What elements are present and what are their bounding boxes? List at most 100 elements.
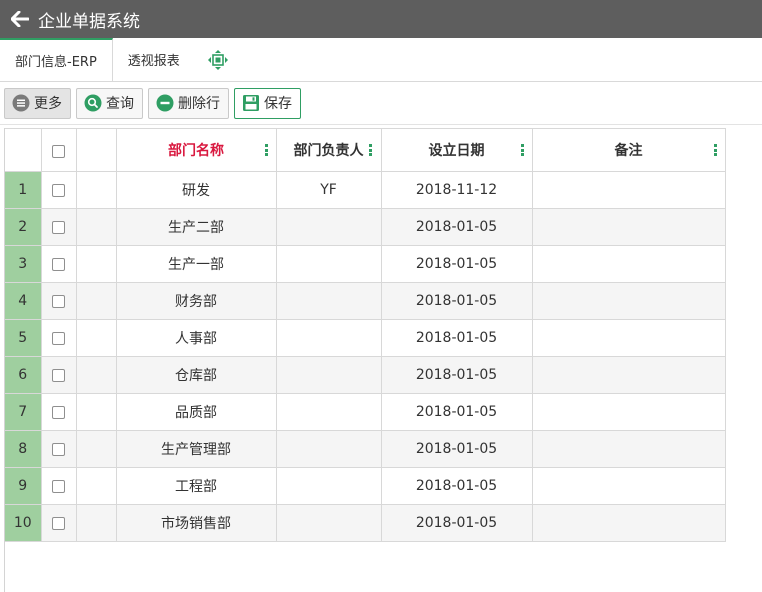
cell-note[interactable] — [532, 208, 726, 246]
table-row[interactable]: 2 生产二部 2018-01-05 — [5, 208, 726, 246]
blank-cell — [76, 245, 117, 283]
cell-date[interactable]: 2018-01-05 — [381, 319, 533, 357]
cell-manager[interactable] — [276, 319, 382, 357]
cell-manager[interactable] — [276, 504, 382, 542]
cell-manager[interactable] — [276, 467, 382, 505]
row-checkbox[interactable] — [52, 183, 65, 197]
cell-name[interactable]: 生产管理部 — [116, 430, 277, 468]
column-menu-icon[interactable] — [264, 144, 268, 156]
cell-note[interactable] — [532, 467, 726, 505]
cell-note[interactable] — [532, 319, 726, 357]
row-checkbox[interactable] — [52, 479, 65, 493]
cell-name[interactable]: 工程部 — [116, 467, 277, 505]
cell-date[interactable]: 2018-01-05 — [381, 282, 533, 320]
row-checkbox[interactable] — [52, 257, 65, 271]
blank-cell — [76, 319, 117, 357]
column-menu-icon[interactable] — [368, 144, 372, 156]
row-checkbox[interactable] — [52, 220, 65, 234]
floppy-disk-icon — [241, 93, 261, 113]
row-checkbox[interactable] — [52, 368, 65, 382]
table-row[interactable]: 7 品质部 2018-01-05 — [5, 393, 726, 431]
row-checkbox[interactable] — [52, 331, 65, 345]
query-button[interactable]: 查询 — [76, 87, 143, 119]
fullscreen-icon[interactable] — [195, 38, 241, 81]
cell-manager[interactable] — [276, 282, 382, 320]
save-button-label: 保存 — [264, 96, 292, 112]
cell-date[interactable]: 2018-11-12 — [381, 171, 533, 209]
cell-manager[interactable] — [276, 245, 382, 283]
cell-name[interactable]: 生产二部 — [116, 208, 277, 246]
delete-row-button[interactable]: 删除行 — [148, 87, 229, 119]
row-number: 1 — [5, 171, 42, 209]
cell-date[interactable]: 2018-01-05 — [381, 504, 533, 542]
row-checkbox[interactable] — [52, 294, 65, 308]
tab-pivot-report[interactable]: 透视报表 — [113, 38, 195, 81]
cell-name[interactable]: 仓库部 — [116, 356, 277, 394]
cell-note[interactable] — [532, 245, 726, 283]
row-checkbox[interactable] — [52, 442, 65, 456]
cell-date[interactable]: 2018-01-05 — [381, 245, 533, 283]
row-select-cell — [41, 430, 77, 468]
table-row[interactable]: 5 人事部 2018-01-05 — [5, 319, 726, 357]
row-checkbox[interactable] — [52, 516, 65, 530]
tab-department-info[interactable]: 部门信息-ERP — [0, 38, 113, 81]
cell-manager[interactable] — [276, 430, 382, 468]
column-header-label: 部门负责人 — [293, 143, 364, 159]
column-header-label: 部门名称 — [168, 143, 224, 159]
table-row[interactable]: 3 生产一部 2018-01-05 — [5, 245, 726, 283]
cell-date[interactable]: 2018-01-05 — [381, 393, 533, 431]
row-number: 5 — [5, 319, 42, 357]
cell-manager[interactable] — [276, 208, 382, 246]
blank-cell — [76, 430, 117, 468]
cell-manager[interactable] — [276, 393, 382, 431]
cell-note[interactable] — [532, 356, 726, 394]
table-row[interactable]: 8 生产管理部 2018-01-05 — [5, 430, 726, 468]
more-button[interactable]: 更多 — [4, 87, 71, 119]
cell-date[interactable]: 2018-01-05 — [381, 208, 533, 246]
cell-date[interactable]: 2018-01-05 — [381, 467, 533, 505]
table-row[interactable]: 1 研发 YF 2018-11-12 — [5, 171, 726, 209]
menu-icon — [11, 93, 31, 113]
cell-date[interactable]: 2018-01-05 — [381, 430, 533, 468]
blank-cell — [76, 208, 117, 246]
cell-manager[interactable] — [276, 356, 382, 394]
column-header-note[interactable]: 备注 — [532, 128, 726, 172]
column-header-name[interactable]: 部门名称 — [116, 128, 277, 172]
cell-name[interactable]: 生产一部 — [116, 245, 277, 283]
row-select-cell — [41, 245, 77, 283]
row-number: 10 — [5, 504, 42, 542]
tab-label: 部门信息-ERP — [15, 55, 97, 70]
back-arrow-icon[interactable] — [10, 9, 30, 29]
cell-name[interactable]: 市场销售部 — [116, 504, 277, 542]
cell-note[interactable] — [532, 393, 726, 431]
cell-manager[interactable]: YF — [276, 171, 382, 209]
cell-name[interactable]: 财务部 — [116, 282, 277, 320]
column-header-manager[interactable]: 部门负责人 — [276, 128, 382, 172]
cell-name[interactable]: 品质部 — [116, 393, 277, 431]
row-number-header — [5, 128, 42, 172]
cell-name[interactable]: 研发 — [116, 171, 277, 209]
cell-note[interactable] — [532, 430, 726, 468]
row-checkbox[interactable] — [52, 405, 65, 419]
row-select-cell — [41, 356, 77, 394]
delete-row-button-label: 删除行 — [178, 96, 220, 112]
cell-date[interactable]: 2018-01-05 — [381, 356, 533, 394]
select-all-checkbox[interactable] — [52, 144, 65, 158]
table-row[interactable]: 4 财务部 2018-01-05 — [5, 282, 726, 320]
row-select-cell — [41, 208, 77, 246]
cell-note[interactable] — [532, 282, 726, 320]
column-header-date[interactable]: 设立日期 — [381, 128, 533, 172]
cell-name[interactable]: 人事部 — [116, 319, 277, 357]
blank-cell — [76, 356, 117, 394]
cell-note[interactable] — [532, 171, 726, 209]
more-button-label: 更多 — [34, 96, 62, 112]
save-button[interactable]: 保存 — [234, 87, 301, 119]
data-table: 部门名称 部门负责人 设立日期 备注 1 研发 YF 2018-11-12 2 … — [5, 128, 726, 542]
table-row[interactable]: 9 工程部 2018-01-05 — [5, 467, 726, 505]
table-row[interactable]: 10 市场销售部 2018-01-05 — [5, 504, 726, 542]
row-select-cell — [41, 171, 77, 209]
cell-note[interactable] — [532, 504, 726, 542]
column-menu-icon[interactable] — [520, 144, 524, 156]
table-row[interactable]: 6 仓库部 2018-01-05 — [5, 356, 726, 394]
column-menu-icon[interactable] — [713, 144, 717, 156]
